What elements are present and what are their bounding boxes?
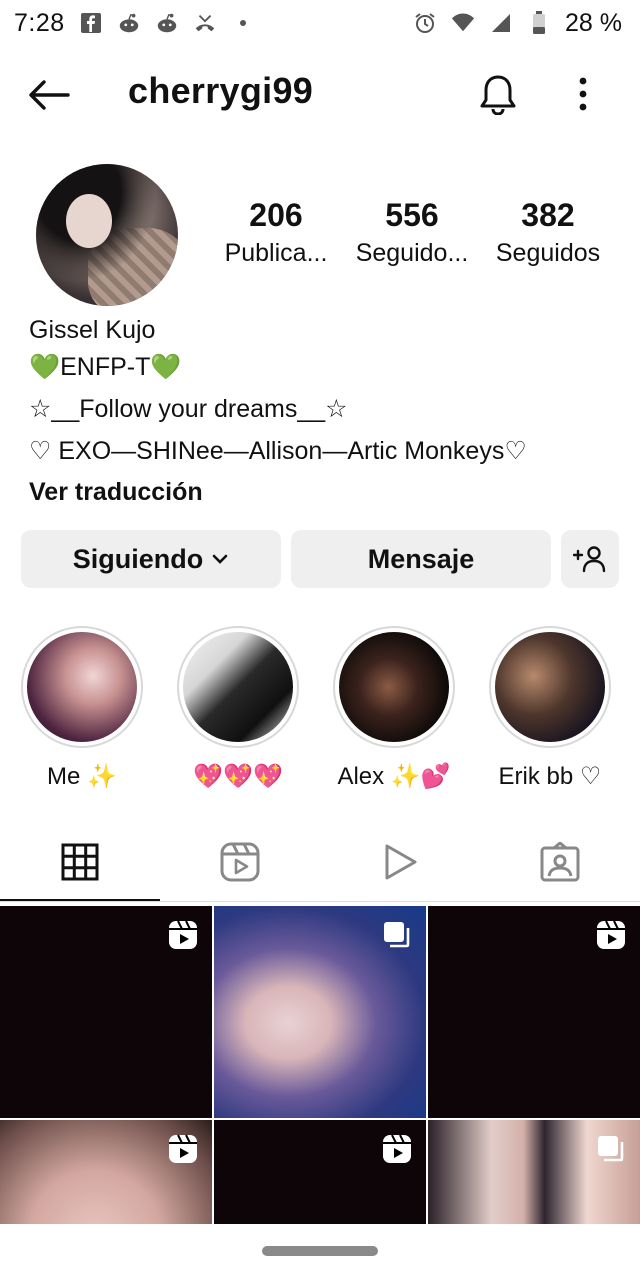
bio-line: ♡ EXO—SHINee—Allison—Artic Monkeys♡ [29, 437, 527, 465]
dot-icon [231, 11, 255, 35]
grid-post[interactable] [214, 906, 426, 1118]
gesture-nav-handle[interactable] [262, 1246, 378, 1256]
avatar[interactable] [36, 164, 178, 306]
more-vertical-icon [579, 77, 587, 111]
reels-icon [169, 1134, 197, 1163]
highlight-label: Erik bb ♡ [498, 763, 602, 790]
highlight-label: 💖💖💖 [193, 763, 283, 790]
message-label: Mensaje [367, 543, 475, 574]
story-highlight[interactable]: Me ✨ [20, 626, 144, 792]
active-tab-indicator [0, 899, 160, 901]
status-bar-right: 28 % [413, 9, 622, 38]
notifications-button[interactable] [474, 70, 522, 118]
story-highlight[interactable]: 💖💖💖 [176, 626, 300, 792]
bio-line: ☆__Follow your dreams__☆ [29, 395, 348, 423]
profile-bio: Gissel Kujo 💚ENFP-T💚 ☆__Follow your drea… [29, 312, 619, 514]
stat-following[interactable]: 382 Seguidos [480, 194, 616, 270]
grid-icon [61, 843, 99, 881]
stat-posts-value: 206 [249, 197, 303, 233]
message-button[interactable]: Mensaje [291, 530, 551, 588]
reels-icon [383, 1134, 411, 1163]
story-highlight[interactable]: Alex ✨💕 [332, 626, 456, 792]
arrow-left-icon [29, 80, 70, 110]
highlight-cover [183, 632, 293, 742]
wifi-icon [451, 11, 475, 35]
stat-posts[interactable]: 206 Publica... [208, 194, 344, 270]
highlight-cover [495, 632, 605, 742]
add-user-icon [573, 546, 606, 573]
grid-post[interactable] [0, 1120, 212, 1224]
video-icon [385, 844, 417, 880]
highlight-cover [339, 632, 449, 742]
tagged-icon [540, 842, 580, 882]
tab-tagged[interactable] [480, 822, 640, 902]
chevron-down-icon [212, 554, 228, 564]
tab-grid[interactable] [0, 822, 160, 902]
reels-icon [169, 920, 197, 949]
bell-icon [480, 75, 516, 115]
battery-percent: 28 % [565, 8, 622, 37]
facebook-icon [79, 11, 103, 35]
back-button[interactable] [26, 72, 72, 118]
stat-following-value: 382 [521, 197, 575, 233]
following-button[interactable]: Siguiendo [21, 530, 281, 588]
reels-icon [220, 842, 260, 882]
story-highlight[interactable]: Erik bb ♡ [488, 626, 612, 792]
following-label: Siguiendo [72, 543, 204, 574]
highlight-label: Alex ✨💕 [337, 763, 451, 790]
status-bar-left: 7:28 [14, 9, 255, 38]
stat-following-label: Seguidos [495, 239, 601, 267]
grid-post[interactable] [214, 1120, 426, 1224]
page-title-username: cherrygi99 [128, 70, 314, 111]
add-user-button[interactable] [561, 530, 619, 588]
bio-line: 💚ENFP-T💚 [29, 353, 182, 381]
profile-name: Gissel Kujo [29, 316, 156, 344]
status-time: 7:28 [14, 8, 65, 37]
grid-post[interactable] [428, 1120, 640, 1224]
carousel-icon [384, 922, 410, 948]
missed-call-icon [193, 11, 217, 35]
grid-post[interactable] [0, 906, 212, 1118]
tab-video[interactable] [320, 822, 480, 902]
reddit-icon [117, 11, 141, 35]
status-bar: 7:28 28 % [0, 0, 640, 46]
reels-icon [597, 920, 625, 949]
signal-icon [489, 11, 513, 35]
profile-tabs [0, 822, 640, 902]
stat-followers-label: Seguido... [355, 239, 469, 267]
highlight-label: Me ✨ [47, 763, 117, 790]
translate-link[interactable]: Ver traducción [29, 470, 619, 514]
tab-reels[interactable] [160, 822, 320, 902]
more-options-button[interactable] [564, 70, 602, 118]
profile-header: cherrygi99 [0, 56, 640, 132]
carousel-icon [598, 1136, 624, 1162]
reddit-icon [155, 11, 179, 35]
stat-followers-value: 556 [385, 197, 439, 233]
battery-icon [527, 11, 551, 35]
stat-posts-label: Publica... [224, 239, 328, 267]
profile-stats: 206 Publica... 556 Seguido... 382 Seguid… [214, 194, 614, 284]
posts-grid [0, 906, 640, 1224]
alarm-icon [413, 11, 437, 35]
grid-post[interactable] [428, 906, 640, 1118]
highlight-cover [27, 632, 137, 742]
stat-followers[interactable]: 556 Seguido... [344, 194, 480, 270]
